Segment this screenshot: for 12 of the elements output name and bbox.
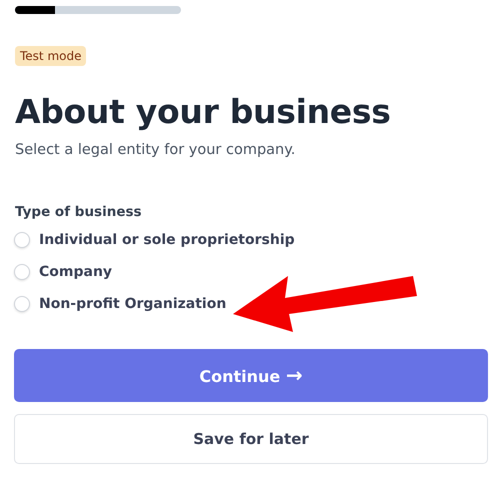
- radio-button[interactable]: [14, 232, 30, 248]
- radio-button[interactable]: [14, 296, 30, 312]
- save-for-later-button[interactable]: Save for later: [14, 414, 488, 464]
- radio-button[interactable]: [14, 264, 30, 280]
- option-label[interactable]: Non-profit Organization: [39, 296, 226, 312]
- subtitle: Select a legal entity for your company.: [15, 142, 296, 158]
- continue-button[interactable]: Continue →: [14, 348, 488, 402]
- option-label[interactable]: Individual or sole proprietorship: [39, 232, 295, 248]
- test-mode-badge: Test mode: [15, 46, 86, 66]
- option-label[interactable]: Company: [39, 264, 112, 280]
- field-label: Type of business: [15, 204, 142, 220]
- page-heading: About your business: [15, 92, 391, 132]
